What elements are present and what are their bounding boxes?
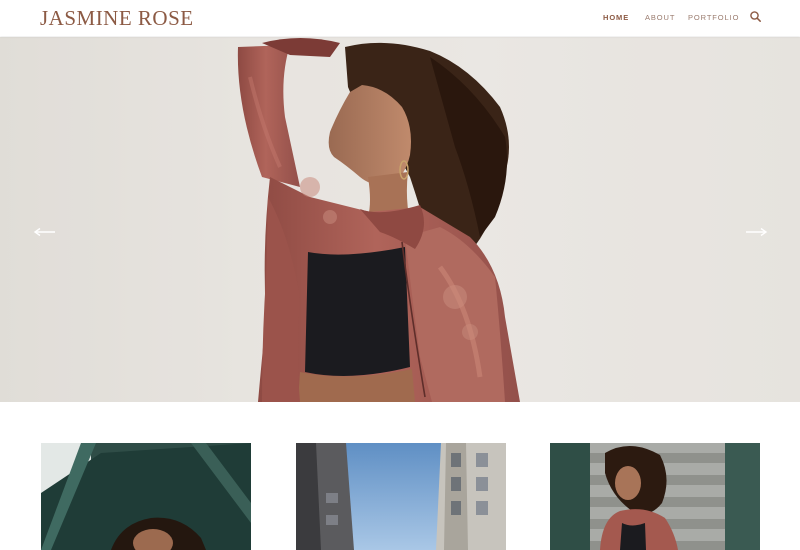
gallery-item-1[interactable] bbox=[41, 443, 251, 550]
nav-item-about[interactable]: ABOUT bbox=[645, 13, 675, 22]
search-icon[interactable] bbox=[749, 10, 763, 24]
hero-slide-image bbox=[0, 37, 800, 402]
gallery-item-2[interactable] bbox=[296, 443, 506, 550]
gallery-image-2 bbox=[296, 443, 506, 550]
gallery-item-3[interactable] bbox=[550, 443, 760, 550]
gallery-image-3 bbox=[550, 443, 760, 550]
site-header: JASMINE ROSE HOME ABOUT PORTFOLIO bbox=[0, 0, 800, 36]
hero-slider bbox=[0, 37, 800, 402]
main-nav: HOME ABOUT PORTFOLIO bbox=[0, 13, 800, 25]
arrow-right-icon[interactable] bbox=[744, 227, 768, 237]
nav-item-home[interactable]: HOME bbox=[603, 13, 629, 22]
arrow-left-icon[interactable] bbox=[33, 227, 57, 237]
nav-item-portfolio[interactable]: PORTFOLIO bbox=[688, 13, 739, 22]
gallery-image-1 bbox=[41, 443, 251, 550]
